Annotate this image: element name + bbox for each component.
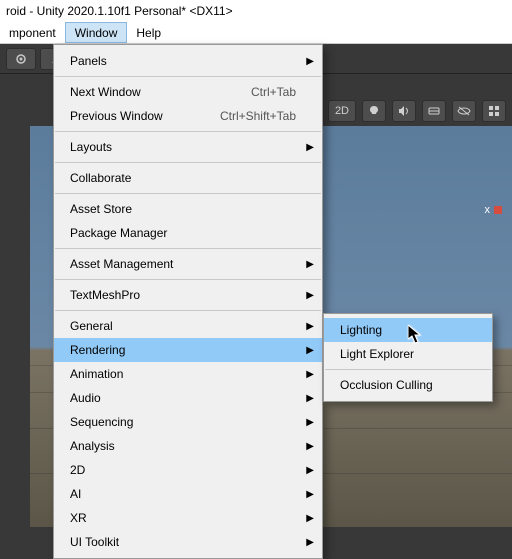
- 2d-toggle[interactable]: 2D: [328, 100, 356, 122]
- pivot-icon: [14, 52, 28, 66]
- mi-ui-toolkit[interactable]: UI Toolkit▶: [54, 530, 322, 554]
- mi-package-manager[interactable]: Package Manager: [54, 221, 322, 245]
- window-title: roid - Unity 2020.1.10f1 Personal* <DX11…: [6, 4, 233, 18]
- chevron-right-icon: ▶: [306, 290, 314, 301]
- menu-window[interactable]: Window: [65, 22, 128, 43]
- chevron-right-icon: ▶: [306, 513, 314, 524]
- mi-next-window[interactable]: Next WindowCtrl+Tab: [54, 80, 322, 104]
- chevron-right-icon: ▶: [306, 417, 314, 428]
- mi-analysis[interactable]: Analysis▶: [54, 434, 322, 458]
- mi-asset-management[interactable]: Asset Management▶: [54, 252, 322, 276]
- chevron-right-icon: ▶: [306, 465, 314, 476]
- mi-ai[interactable]: AI▶: [54, 482, 322, 506]
- mi-occlusion-culling[interactable]: Occlusion Culling: [324, 373, 492, 397]
- hidden-objects-icon[interactable]: [452, 100, 476, 122]
- mi-sequencing[interactable]: Sequencing▶: [54, 410, 322, 434]
- gizmos-dropdown-icon[interactable]: [482, 100, 506, 122]
- rendering-submenu: Lighting Light Explorer Occlusion Cullin…: [323, 313, 493, 402]
- mi-general[interactable]: General▶: [54, 314, 322, 338]
- chevron-right-icon: ▶: [306, 142, 314, 153]
- axis-x-gizmo[interactable]: x: [485, 204, 503, 216]
- mi-asset-store[interactable]: Asset Store: [54, 197, 322, 221]
- menu-component[interactable]: mponent: [0, 22, 65, 43]
- chevron-right-icon: ▶: [306, 259, 314, 270]
- mi-textmeshpro[interactable]: TextMeshPro▶: [54, 283, 322, 307]
- menu-help[interactable]: Help: [127, 22, 170, 43]
- mi-light-explorer[interactable]: Light Explorer: [324, 342, 492, 366]
- chevron-right-icon: ▶: [306, 537, 314, 548]
- window-menu-dropdown: Panels▶ Next WindowCtrl+Tab Previous Win…: [53, 44, 323, 559]
- chevron-right-icon: ▶: [306, 369, 314, 380]
- left-strip: [0, 126, 30, 527]
- mi-collaborate[interactable]: Collaborate: [54, 166, 322, 190]
- mi-rendering[interactable]: Rendering▶: [54, 338, 322, 362]
- chevron-right-icon: ▶: [306, 393, 314, 404]
- lighting-toggle-icon[interactable]: [362, 100, 386, 122]
- mi-audio[interactable]: Audio▶: [54, 386, 322, 410]
- mi-2d[interactable]: 2D▶: [54, 458, 322, 482]
- mi-xr[interactable]: XR▶: [54, 506, 322, 530]
- chevron-right-icon: ▶: [306, 321, 314, 332]
- mi-layouts[interactable]: Layouts▶: [54, 135, 322, 159]
- chevron-right-icon: ▶: [306, 441, 314, 452]
- chevron-right-icon: ▶: [306, 56, 314, 67]
- menu-bar: mponent Window Help: [0, 22, 512, 44]
- toolbar-button-pivot[interactable]: [6, 48, 36, 70]
- audio-toggle-icon[interactable]: [392, 100, 416, 122]
- axis-x-label: x: [485, 204, 491, 216]
- window-titlebar: roid - Unity 2020.1.10f1 Personal* <DX11…: [0, 0, 512, 22]
- mi-panels[interactable]: Panels▶: [54, 49, 322, 73]
- mi-previous-window[interactable]: Previous WindowCtrl+Shift+Tab: [54, 104, 322, 128]
- mi-lighting[interactable]: Lighting: [324, 318, 492, 342]
- fx-toggle-icon[interactable]: [422, 100, 446, 122]
- axis-x-handle-icon: [494, 206, 502, 214]
- chevron-right-icon: ▶: [306, 345, 314, 356]
- mi-animation[interactable]: Animation▶: [54, 362, 322, 386]
- chevron-right-icon: ▶: [306, 489, 314, 500]
